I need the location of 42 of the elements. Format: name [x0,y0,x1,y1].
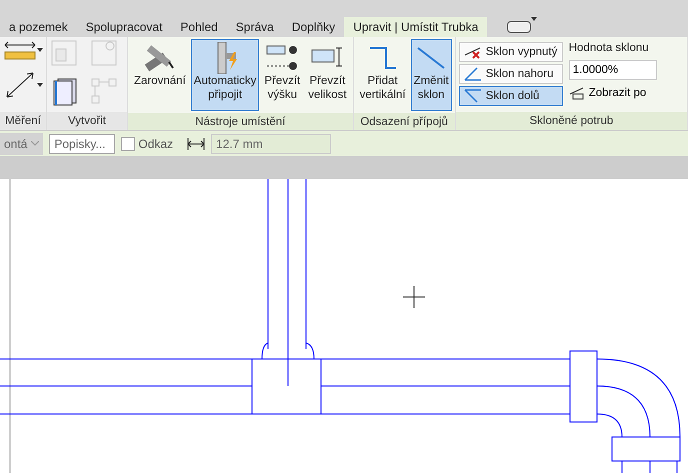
ribbon-tool-button[interactable] [3,39,43,61]
panel-title: Skloněné potrub [456,112,687,130]
slope-option-button[interactable]: Sklon vypnutý [458,42,563,62]
offset-field[interactable]: 12.7 mm [211,134,332,154]
slope-value-label: Hodnota sklonu [568,42,650,54]
ruler-icon [3,39,37,61]
boxes-icon [50,39,78,67]
offset-dimension-icon [187,138,206,150]
checkbox-square[interactable] [121,136,136,150]
ribbon-tool-button[interactable]: Převzít velikost [305,39,350,111]
ribbon-tool-button[interactable]: Zarovnání [131,39,189,111]
ribbon-tool-button[interactable]: Změnit sklon [410,39,452,111]
type-dropdown[interactable]: ontá [0,132,44,154]
slope-down-icon [464,89,482,103]
slope-off-icon [464,45,482,59]
show-button[interactable]: Zobrazit po [568,86,657,100]
ribbon-tab[interactable]: a pozemek [0,17,77,37]
caret-icon [37,48,43,52]
ribbon-tab[interactable]: Správa [226,17,283,37]
panel-title: Vytvořit [47,112,127,130]
slope-value-field[interactable]: 1.0000% [568,60,657,80]
ribbon-tool-button[interactable]: Automaticky připojit [190,39,260,111]
panel-title: Nástroje umístění [128,113,353,130]
ribbon-tab[interactable]: Spolupracovat [76,17,172,37]
reference-checkbox[interactable]: Odkaz [121,136,174,150]
slope-display-icon [568,86,585,100]
flow-diagram-icon [90,76,118,104]
ribbon-tab[interactable]: Pohled [171,17,227,37]
slope-option-button[interactable]: Sklon nahoru [458,64,563,84]
tag-field[interactable]: Popisky... [49,134,116,154]
ribbon-tab[interactable]: Doplňky [282,17,344,37]
slope-up-icon [464,67,482,81]
chevron-down-icon [31,141,40,146]
ribbon-tab[interactable]: Upravit | Umístit Trubka [344,17,488,37]
ribbon-tool-button[interactable]: Převzít výšku [261,39,304,111]
panel-menu-button[interactable] [507,21,532,33]
panel-title: Odsazení přípojů [354,113,455,130]
caret-icon [37,83,43,87]
panel-title: Měření [0,112,46,130]
ribbon-tool-button[interactable]: Přidat vertikální [356,39,409,111]
crosshair-cursor-icon [403,286,425,308]
slope-option-button[interactable]: Sklon dolů [458,86,563,106]
